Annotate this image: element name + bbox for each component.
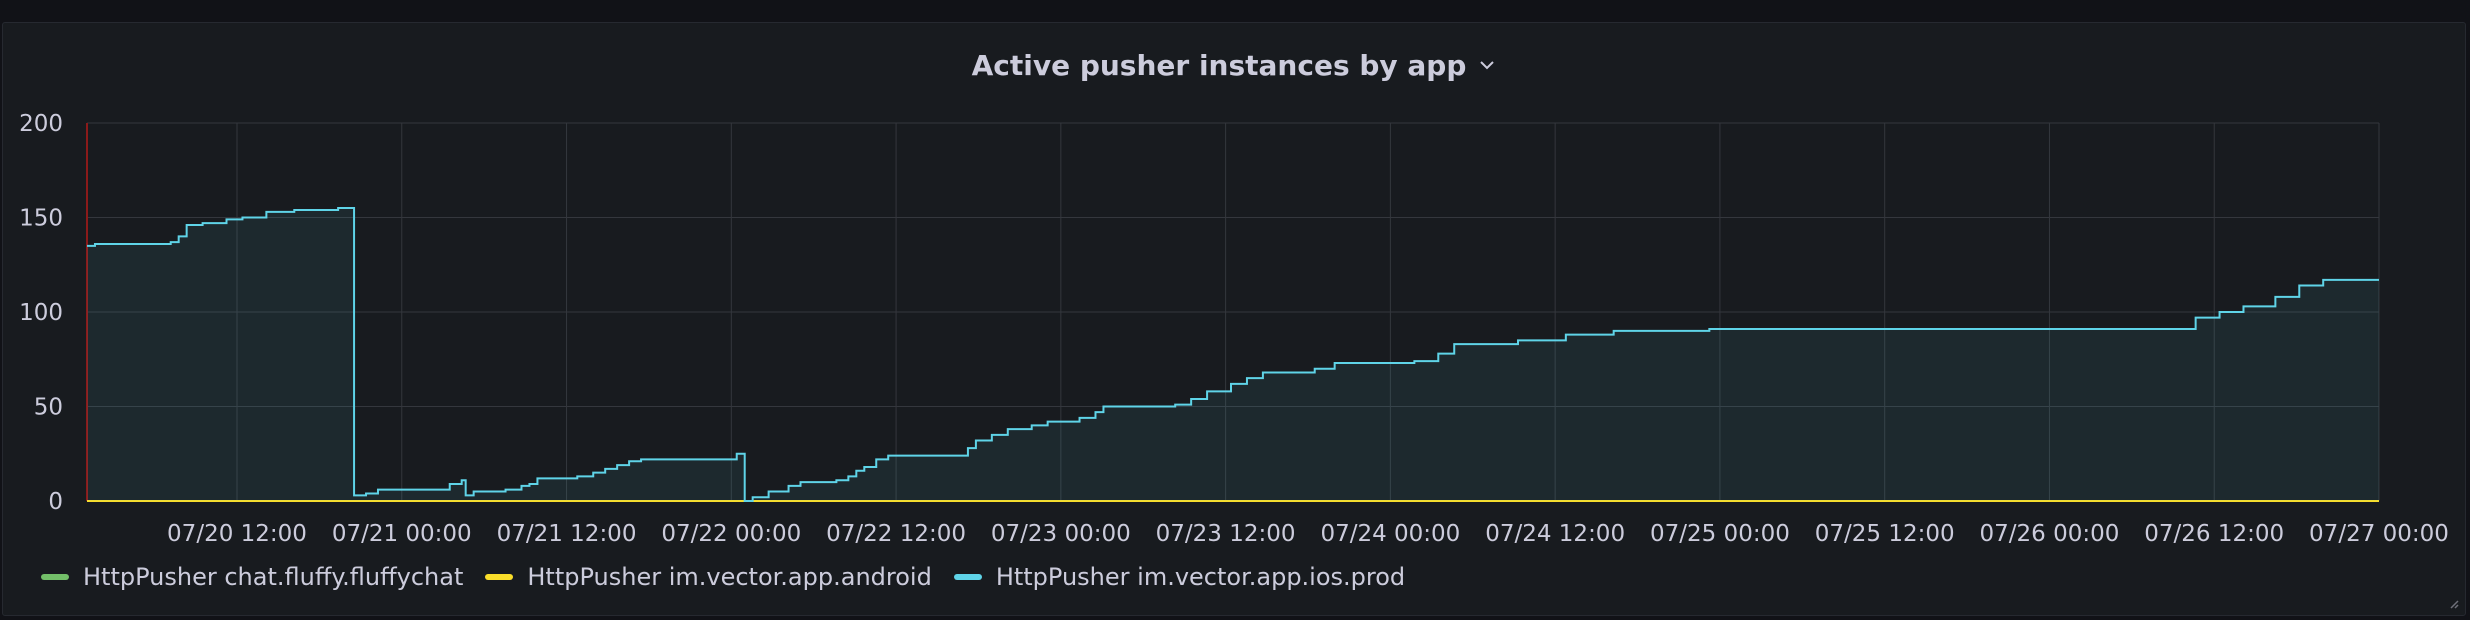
x-tick-label: 07/26 00:00 — [1980, 521, 2120, 547]
series-area-ios — [87, 208, 2379, 502]
line-chart: 0 50 100 150 200 07/20 12:00 07/21 00:00 07/21 … — [19, 111, 2449, 547]
x-tick-label: 07/22 00:00 — [661, 521, 801, 547]
x-tick-label: 07/24 12:00 — [1485, 521, 1625, 547]
legend: HttpPusher chat.fluffy.fluffychat HttpPu… — [41, 563, 1405, 591]
x-tick-label: 07/25 12:00 — [1815, 521, 1955, 547]
legend-item-fluffychat[interactable]: HttpPusher chat.fluffy.fluffychat — [41, 563, 463, 591]
y-tick-label: 200 — [19, 111, 63, 137]
x-tick-label: 07/21 00:00 — [332, 521, 472, 547]
legend-swatch-fluffychat — [41, 574, 69, 580]
legend-swatch-android — [485, 574, 514, 580]
legend-label-fluffychat: HttpPusher chat.fluffy.fluffychat — [83, 563, 464, 591]
x-tick-label: 07/20 12:00 — [167, 521, 307, 547]
x-tick-label: 07/27 00:00 — [2309, 521, 2449, 547]
resize-handle-icon[interactable] — [2447, 597, 2459, 609]
y-tick-label: 50 — [34, 395, 63, 421]
legend-item-ios[interactable]: HttpPusher im.vector.app.ios.prod — [953, 563, 1406, 591]
y-tick-label: 0 — [48, 489, 63, 515]
x-tick-label: 07/23 00:00 — [991, 521, 1131, 547]
x-tick-label: 07/24 00:00 — [1320, 521, 1460, 547]
y-tick-label: 100 — [19, 300, 63, 326]
x-tick-label: 07/26 12:00 — [2144, 521, 2284, 547]
legend-label-android: HttpPusher im.vector.app.android — [527, 563, 932, 591]
x-tick-label: 07/23 12:00 — [1156, 521, 1296, 547]
legend-item-android[interactable]: HttpPusher im.vector.app.android — [485, 563, 932, 591]
chart-panel: Active pusher instances by app 0 50 100 150… — [2, 22, 2466, 616]
x-tick-label: 07/22 12:00 — [826, 521, 966, 547]
x-tick-label: 07/21 12:00 — [497, 521, 637, 547]
legend-label-ios: HttpPusher im.vector.app.ios.prod — [995, 563, 1406, 591]
legend-swatch-ios — [953, 574, 982, 580]
y-tick-label: 150 — [19, 206, 63, 232]
x-tick-label: 07/25 00:00 — [1650, 521, 1790, 547]
